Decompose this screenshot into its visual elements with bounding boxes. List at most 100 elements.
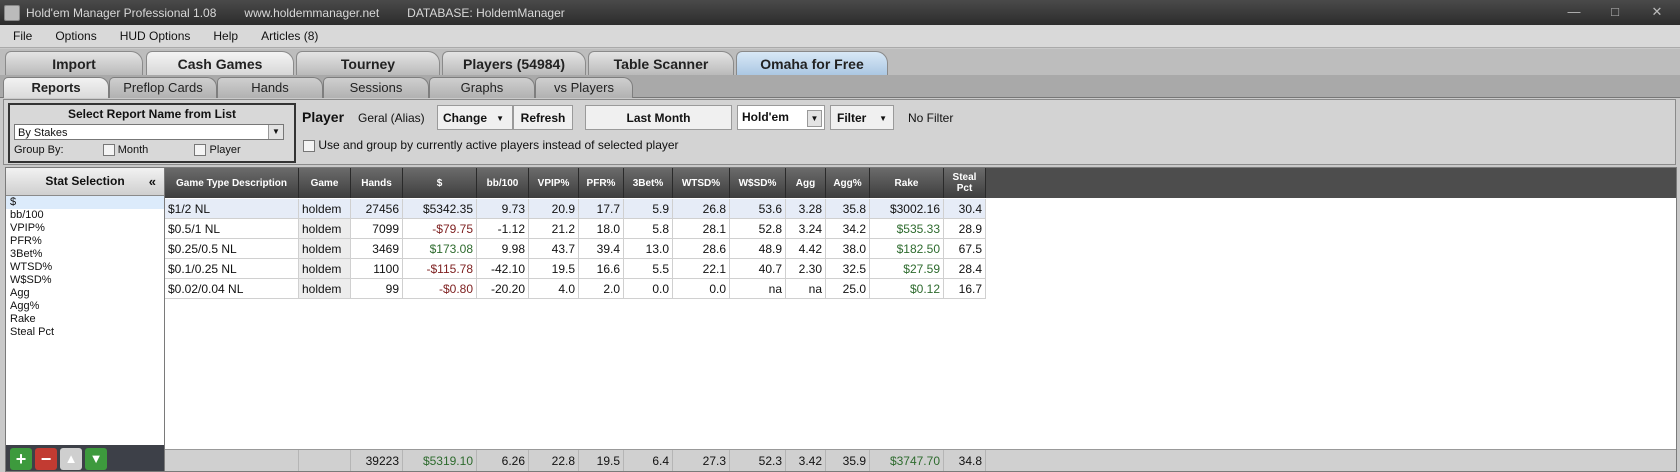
stat-item[interactable]: WTSD% <box>6 261 164 274</box>
table-row[interactable]: $0.5/1 NL holdem 7099 -$79.75 -1.12 21.2… <box>165 219 1676 239</box>
cell-wtsd: 28.6 <box>673 239 730 259</box>
table-row[interactable]: $0.25/0.5 NL holdem 3469 $173.08 9.98 43… <box>165 239 1676 259</box>
grid-header: Game Type Description Game Hands $ bb/10… <box>165 168 1676 198</box>
column-header[interactable]: W$SD% <box>730 168 786 198</box>
move-up-icon[interactable]: ▲ <box>60 448 82 470</box>
tab-tourney[interactable]: Tourney <box>296 51 440 76</box>
menu-help[interactable]: Help <box>200 29 248 43</box>
tab-cash-games[interactable]: Cash Games <box>146 51 294 76</box>
player-label: Player <box>302 109 345 125</box>
cell-rake: $0.12 <box>870 279 944 299</box>
column-header[interactable]: bb/100 <box>477 168 529 198</box>
report-name-select[interactable]: By Stakes ▼ <box>14 124 284 140</box>
cell-pfr: 16.6 <box>579 259 624 279</box>
cell-agg-pct: 34.2 <box>826 219 870 239</box>
stat-item[interactable]: PFR% <box>6 235 164 248</box>
column-header[interactable]: Game <box>299 168 351 198</box>
column-header[interactable]: Rake <box>870 168 944 198</box>
cell-dollars: $5342.35 <box>403 199 477 219</box>
column-header[interactable]: PFR% <box>579 168 624 198</box>
title-bar: Hold'em Manager Professional 1.08 www.ho… <box>0 0 1680 25</box>
total-wtsd: 27.3 <box>673 450 730 471</box>
table-row[interactable]: $0.02/0.04 NL holdem 99 -$0.80 -20.20 4.… <box>165 279 1676 299</box>
cell-hands: 7099 <box>351 219 403 239</box>
filter-status: No Filter <box>908 111 954 125</box>
change-player-button[interactable]: Change ▼ <box>437 105 513 130</box>
player-checkbox[interactable] <box>194 144 207 157</box>
total-vpip: 22.8 <box>529 450 579 471</box>
column-header[interactable]: Steal Pct <box>944 168 986 198</box>
stat-list: $ bb/100 VPIP% PFR% 3Bet% WTSD% W$SD% Ag… <box>6 196 164 339</box>
month-checkbox[interactable] <box>102 144 115 157</box>
total-game-type <box>165 450 299 471</box>
tab-graphs[interactable]: Graphs <box>429 77 535 98</box>
cell-vpip: 19.5 <box>529 259 579 279</box>
collapse-icon[interactable]: « <box>149 168 156 195</box>
maximize-icon[interactable]: □ <box>1606 3 1624 21</box>
menu-hud-options[interactable]: HUD Options <box>107 29 201 43</box>
cell-bb100: 9.98 <box>477 239 529 259</box>
total-steal-pct: 34.8 <box>944 450 986 471</box>
total-dollars: $5319.10 <box>403 450 477 471</box>
cell-wtsd: 0.0 <box>673 279 730 299</box>
stat-buttons: + − ▲ ▼ <box>6 445 164 471</box>
column-header[interactable]: Hands <box>351 168 403 198</box>
add-stat-icon[interactable]: + <box>10 448 32 470</box>
total-wsd: 52.3 <box>730 450 786 471</box>
menu-options[interactable]: Options <box>42 29 106 43</box>
tab-import[interactable]: Import <box>5 51 143 76</box>
tab-vs-players[interactable]: vs Players <box>535 77 633 98</box>
cell-rake: $182.50 <box>870 239 944 259</box>
stat-item[interactable]: 3Bet% <box>6 248 164 261</box>
stat-item[interactable]: Steal Pct <box>6 326 164 339</box>
move-down-icon[interactable]: ▼ <box>85 448 107 470</box>
stat-item[interactable]: W$SD% <box>6 274 164 287</box>
stat-item[interactable]: $ <box>6 196 164 209</box>
period-button[interactable]: Last Month <box>585 105 732 130</box>
tab-preflop-cards[interactable]: Preflop Cards <box>109 77 217 98</box>
total-pfr: 19.5 <box>579 450 624 471</box>
column-header[interactable]: WTSD% <box>673 168 730 198</box>
minimize-icon[interactable]: — <box>1565 3 1583 21</box>
cell-agg-pct: 38.0 <box>826 239 870 259</box>
tab-hands[interactable]: Hands <box>217 77 323 98</box>
column-header[interactable]: Game Type Description <box>165 168 299 198</box>
game-type-select[interactable]: Hold'em ▼ <box>737 105 825 130</box>
stat-item[interactable]: bb/100 <box>6 209 164 222</box>
filter-button[interactable]: Filter ▼ <box>830 105 894 130</box>
active-players-option[interactable]: Use and group by currently active player… <box>303 138 679 152</box>
tab-reports[interactable]: Reports <box>3 77 109 98</box>
active-players-checkbox[interactable] <box>303 139 315 152</box>
chevron-down-icon[interactable]: ▼ <box>807 110 822 127</box>
column-header[interactable]: $ <box>403 168 477 198</box>
menu-articles[interactable]: Articles (8) <box>248 29 328 43</box>
tab-table-scanner[interactable]: Table Scanner <box>588 51 734 76</box>
table-row[interactable]: $1/2 NL holdem 27456 $5342.35 9.73 20.9 … <box>165 199 1676 219</box>
close-icon[interactable]: ✕ <box>1648 3 1666 21</box>
stat-item[interactable]: Agg <box>6 287 164 300</box>
column-header[interactable]: Agg% <box>826 168 870 198</box>
stat-item[interactable]: Rake <box>6 313 164 326</box>
tab-players[interactable]: Players (54984) <box>442 51 586 76</box>
column-header[interactable]: VPIP% <box>529 168 579 198</box>
stat-item[interactable]: Agg% <box>6 300 164 313</box>
stat-item[interactable]: VPIP% <box>6 222 164 235</box>
remove-stat-icon[interactable]: − <box>35 448 57 470</box>
column-header[interactable]: 3Bet% <box>624 168 673 198</box>
chevron-down-icon[interactable]: ▼ <box>268 125 283 139</box>
cell-hands: 1100 <box>351 259 403 279</box>
total-hands: 39223 <box>351 450 403 471</box>
cell-vpip: 43.7 <box>529 239 579 259</box>
report-selector: Select Report Name from List By Stakes ▼… <box>8 103 296 163</box>
refresh-button[interactable]: Refresh <box>513 105 573 130</box>
sub-tabs: Reports Preflop Cards Hands Sessions Gra… <box>0 75 1680 98</box>
filter-label: Filter <box>837 111 867 125</box>
cell-hands: 99 <box>351 279 403 299</box>
tab-sessions[interactable]: Sessions <box>323 77 429 98</box>
tab-omaha-for-free[interactable]: Omaha for Free <box>736 51 888 76</box>
menu-file[interactable]: File <box>0 29 42 43</box>
site-url: www.holdemmanager.net <box>244 5 380 20</box>
database-label: DATABASE: HoldemManager <box>407 5 565 20</box>
column-header[interactable]: Agg <box>786 168 826 198</box>
table-row[interactable]: $0.1/0.25 NL holdem 1100 -$115.78 -42.10… <box>165 259 1676 279</box>
